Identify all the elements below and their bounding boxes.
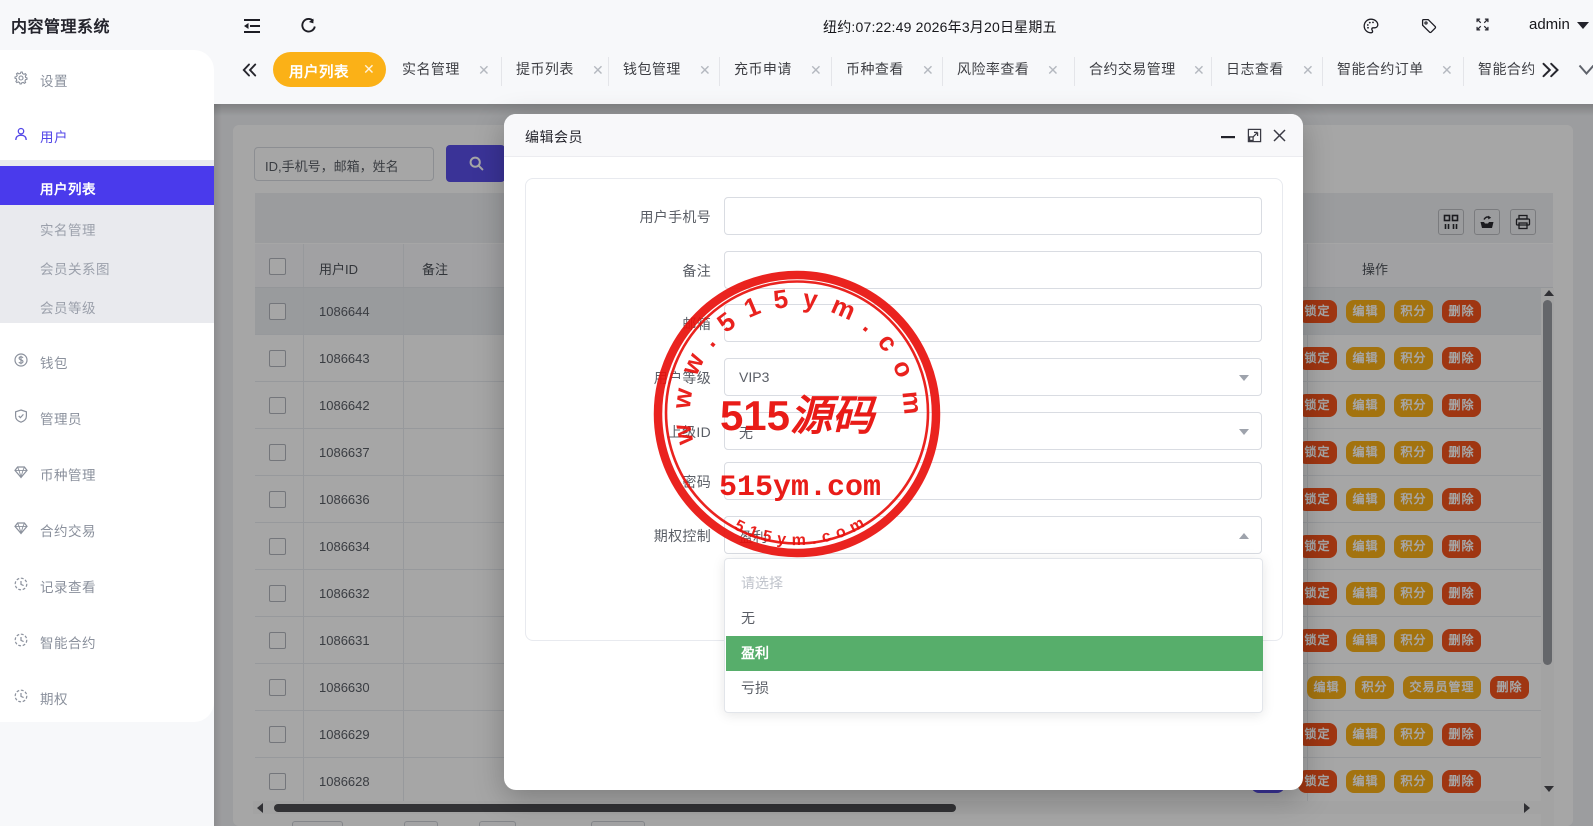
svg-text:515源码: 515源码 [720, 392, 878, 439]
svg-text:515ym.com: 515ym.com [719, 471, 881, 505]
